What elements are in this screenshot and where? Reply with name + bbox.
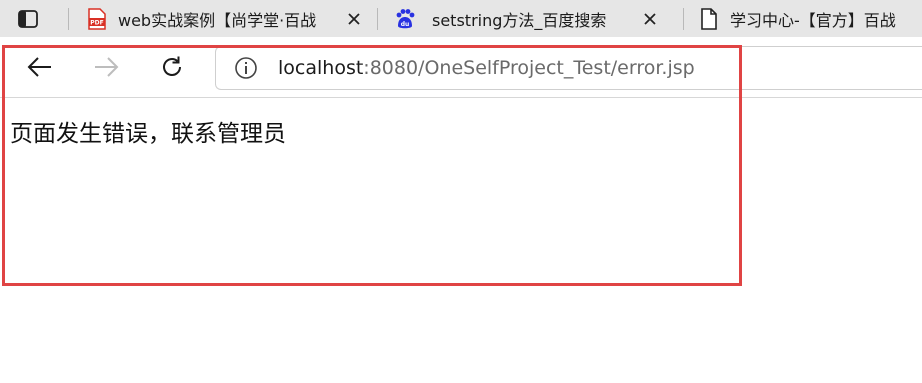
page-icon: [698, 7, 720, 30]
tab-actions-icon: [18, 10, 38, 28]
forward-button[interactable]: [86, 47, 126, 87]
back-arrow-icon: [27, 57, 51, 77]
refresh-button[interactable]: [152, 47, 192, 87]
tab-separator: [377, 8, 378, 30]
tab-pdf[interactable]: PDF web实战案例【尚学堂·百战: [86, 0, 368, 37]
svg-text:PDF: PDF: [90, 19, 103, 26]
close-tab-icon[interactable]: [344, 9, 364, 29]
tab-separator: [68, 8, 69, 30]
site-info-icon[interactable]: [232, 54, 260, 82]
svg-text:du: du: [401, 21, 410, 28]
tab-bar: PDF web实战案例【尚学堂·百战 du setstring方法_百度搜索 学…: [0, 0, 922, 37]
baidu-icon: du: [394, 8, 416, 30]
tab-learning-center[interactable]: 学习中心-【官方】百战: [698, 0, 922, 37]
browser-toolbar: localhost:8080/OneSelfProject_Test/error…: [0, 37, 922, 98]
back-button[interactable]: [20, 47, 60, 87]
url-text: localhost:8080/OneSelfProject_Test/error…: [278, 57, 695, 79]
tab-title: setstring方法_百度搜索: [432, 10, 607, 30]
tab-title: 学习中心-【官方】百战: [730, 10, 896, 30]
pdf-icon: PDF: [86, 7, 108, 30]
tab-actions-button[interactable]: [8, 6, 48, 32]
tab-baidu[interactable]: du setstring方法_百度搜索: [394, 0, 672, 37]
error-message: 页面发生错误，联系管理员: [10, 121, 286, 147]
tab-separator: [683, 8, 684, 30]
refresh-icon: [163, 56, 181, 76]
forward-arrow-icon: [95, 57, 119, 77]
url-path: :8080/OneSelfProject_Test/error.jsp: [363, 57, 695, 79]
url-host: localhost: [278, 57, 364, 79]
tab-title: web实战案例【尚学堂·百战: [118, 10, 317, 30]
close-tab-icon[interactable]: [640, 9, 660, 29]
address-bar[interactable]: localhost:8080/OneSelfProject_Test/error…: [215, 46, 922, 90]
